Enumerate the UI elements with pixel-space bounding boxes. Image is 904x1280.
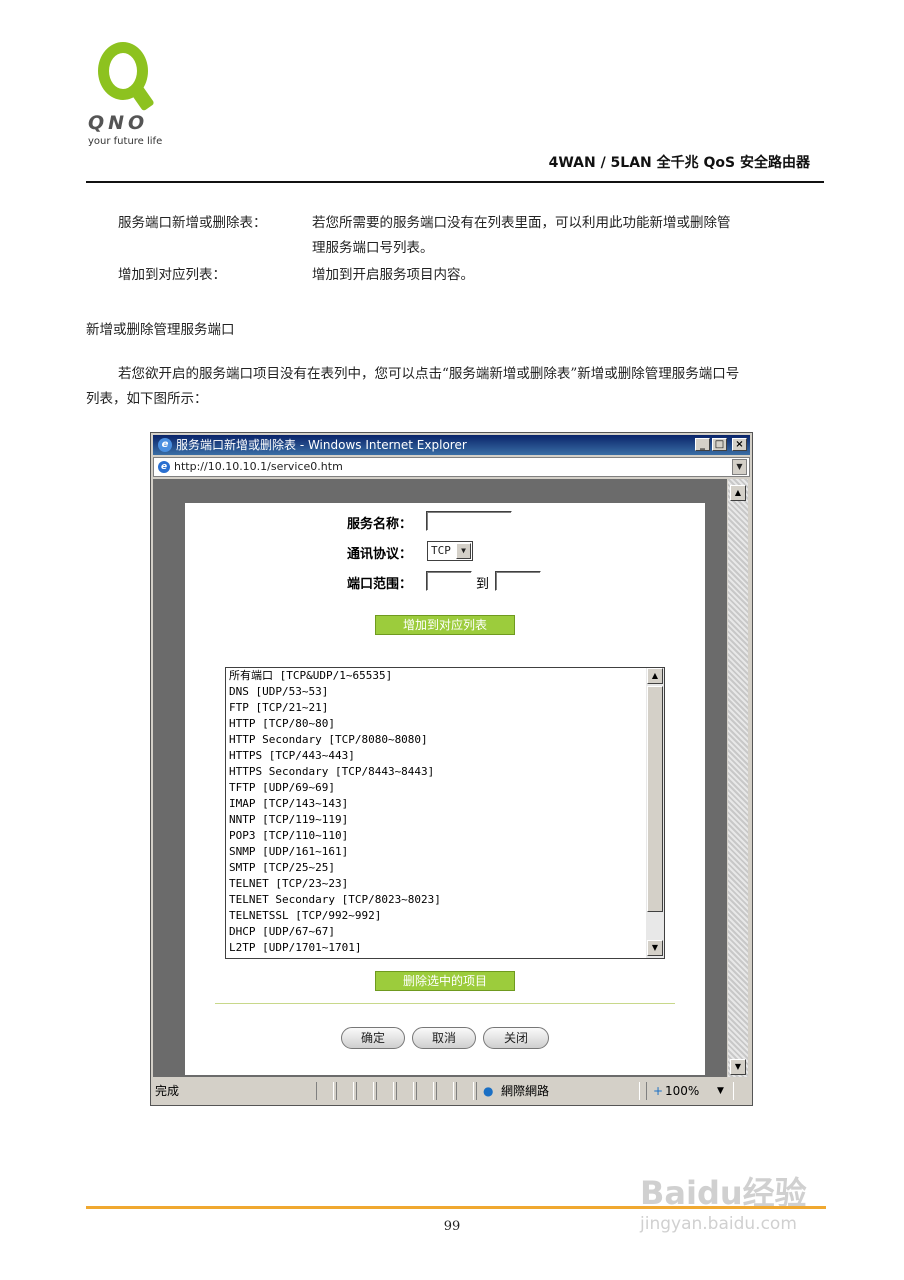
add-to-list-button[interactable]: 增加到对应列表	[375, 615, 515, 635]
list-scrollbar[interactable]: ▲ ▼	[646, 668, 664, 958]
cancel-button[interactable]: 取消	[412, 1027, 476, 1049]
paragraph-line: 若您欲开启的服务端口项目没有在表列中，您可以点击“服务端新增或删除表”新增或删除…	[118, 366, 740, 382]
list-item[interactable]: POP3 [TCP/110~110]	[226, 828, 664, 844]
protocol-value: TCP	[431, 544, 451, 557]
form-panel: 服务名称： 通讯协议： TCP ▼ 端口范围： 到 增加到对应列表 所有端口 […	[185, 503, 705, 1075]
list-item[interactable]: NNTP [TCP/119~119]	[226, 812, 664, 828]
maximize-button[interactable]: □	[712, 438, 727, 451]
ie-icon: e	[158, 438, 172, 452]
scroll-thumb[interactable]	[647, 686, 663, 912]
page-scrollbar[interactable]: ▲ ▼	[728, 479, 748, 1077]
list-item[interactable]: TELNETSSL [TCP/992~992]	[226, 908, 664, 924]
list-item[interactable]: HTTP Secondary [TCP/8080~8080]	[226, 732, 664, 748]
port-end-input[interactable]	[495, 571, 541, 591]
page-icon: e	[158, 461, 170, 473]
service-name-input[interactable]	[426, 511, 512, 531]
address-text: http://10.10.10.1/service0.htm	[174, 460, 343, 473]
page-viewport: 服务名称： 通讯协议： TCP ▼ 端口范围： 到 增加到对应列表 所有端口 […	[153, 479, 727, 1077]
baidu-watermark-url: jingyan.baidu.com	[640, 1214, 797, 1234]
scroll-down-icon[interactable]: ▼	[730, 1059, 746, 1075]
list-item[interactable]: TFTP [UDP/69~69]	[226, 780, 664, 796]
list-item[interactable]: HTTP [TCP/80~80]	[226, 716, 664, 732]
browser-window: e 服务端口新增或删除表 - Windows Internet Explorer …	[150, 432, 753, 1106]
definition-desc: 若您所需要的服务端口没有在列表里面，可以利用此功能新增或删除管	[312, 215, 731, 231]
zoom-icon: +	[653, 1084, 664, 1098]
zoom-text: 100%	[665, 1084, 700, 1098]
close-window-button[interactable]: ×	[732, 438, 747, 451]
logo-brand: QNO	[88, 112, 149, 134]
globe-icon: ●	[483, 1084, 494, 1098]
service-rows: 所有端口 [TCP&UDP/1~65535] DNS [UDP/53~53] FTP…	[226, 668, 664, 956]
qno-logo: QNO your future life	[88, 42, 178, 152]
address-bar[interactable]: e http://10.10.10.1/service0.htm ▼	[153, 457, 750, 477]
ok-button[interactable]: 确定	[341, 1027, 405, 1049]
list-item[interactable]: HTTPS [TCP/443~443]	[226, 748, 664, 764]
list-item[interactable]: HTTPS Secondary [TCP/8443~8443]	[226, 764, 664, 780]
window-titlebar[interactable]: e 服务端口新增或删除表 - Windows Internet Explorer …	[153, 435, 750, 455]
chevron-down-icon[interactable]: ▼	[732, 459, 747, 475]
footer-divider	[86, 1206, 826, 1209]
list-item[interactable]: TELNET Secondary [TCP/8023~8023]	[226, 892, 664, 908]
list-item[interactable]: TELNET [TCP/23~23]	[226, 876, 664, 892]
scroll-down-icon[interactable]: ▼	[647, 940, 663, 956]
scroll-up-icon[interactable]: ▲	[730, 485, 746, 501]
service-list[interactable]: 所有端口 [TCP&UDP/1~65535] DNS [UDP/53~53] FTP…	[225, 667, 665, 959]
definition-desc: 理服务端口号列表。	[312, 240, 434, 256]
protocol-select[interactable]: TCP ▼	[427, 541, 473, 561]
header-title: 4WAN / 5LAN 全千兆 QoS 安全路由器	[548, 155, 810, 171]
status-bar: 完成 ● 網際網路 + 100% ▼	[153, 1080, 750, 1102]
paragraph-line: 列表，如下图所示：	[86, 391, 208, 407]
list-item[interactable]: IMAP [TCP/143~143]	[226, 796, 664, 812]
list-item[interactable]: 所有端口 [TCP&UDP/1~65535]	[226, 668, 664, 684]
list-item[interactable]: DNS [UDP/53~53]	[226, 684, 664, 700]
list-item[interactable]: FTP [TCP/21~21]	[226, 700, 664, 716]
list-item[interactable]: SNMP [UDP/161~161]	[226, 844, 664, 860]
section-heading: 新增或删除管理服务端口	[86, 322, 235, 338]
delete-selected-button[interactable]: 删除选中的项目	[375, 971, 515, 991]
minimize-button[interactable]: _	[695, 438, 710, 451]
list-item[interactable]: DHCP [UDP/67~67]	[226, 924, 664, 940]
zone-text: 網際網路	[501, 1084, 550, 1098]
definition-term: 服务端口新增或删除表：	[118, 215, 267, 231]
chevron-down-icon[interactable]: ▼	[456, 543, 471, 559]
service-name-label: 服务名称：	[347, 517, 413, 532]
close-button[interactable]: 关闭	[483, 1027, 549, 1049]
logo-tagline: your future life	[88, 136, 163, 147]
divider	[215, 1003, 675, 1004]
zone-segment: ● 網際網路	[476, 1082, 640, 1100]
definition-term: 增加到对应列表：	[118, 267, 226, 283]
chevron-down-icon[interactable]: ▼	[717, 1080, 724, 1102]
header-divider	[86, 181, 824, 183]
definition-desc: 增加到开启服务项目内容。	[312, 267, 474, 283]
to-label: 到	[476, 577, 490, 592]
list-item[interactable]: SMTP [TCP/25~25]	[226, 860, 664, 876]
zoom-segment[interactable]: + 100% ▼	[646, 1082, 734, 1100]
port-range-label: 端口范围：	[347, 577, 413, 592]
window-title: 服务端口新增或删除表 - Windows Internet Explorer	[176, 438, 467, 452]
protocol-label: 通讯协议：	[347, 547, 413, 562]
scroll-up-icon[interactable]: ▲	[647, 668, 663, 684]
status-text: 完成	[155, 1084, 180, 1098]
list-item[interactable]: L2TP [UDP/1701~1701]	[226, 940, 664, 956]
port-start-input[interactable]	[426, 571, 472, 591]
